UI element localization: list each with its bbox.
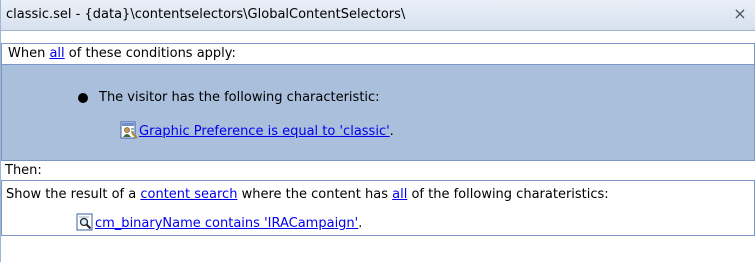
visitor-rule: Graphic Preference is equal to 'classic'…	[120, 115, 394, 139]
search-criterion: cm_binaryName contains 'IRACampaign'.	[76, 207, 362, 231]
title-bar: classic.sel - {data}\contentselectors\Gl…	[1, 0, 755, 31]
action-quantifier-link[interactable]: all	[392, 187, 407, 202]
then-header: Then:	[1, 160, 755, 180]
bullet-icon	[78, 93, 88, 103]
action-panel: Show the result of a content search wher…	[1, 180, 755, 236]
binary-name-criterion-link[interactable]: cm_binaryName contains 'IRACampaign'	[95, 216, 358, 231]
close-icon[interactable]: ×	[731, 5, 749, 23]
rule-period: .	[389, 124, 394, 139]
window-title: classic.sel - {data}\contentselectors\Gl…	[6, 7, 406, 22]
condition-panel: The visitor has the following characteri…	[1, 65, 755, 160]
condition-quantifier-link[interactable]: all	[49, 46, 64, 61]
condition-prefix: When	[8, 46, 50, 61]
magnifier-document-icon[interactable]	[76, 213, 94, 231]
action-sentence: Show the result of a content search wher…	[6, 185, 609, 205]
action-text-3: of the following charateristics:	[407, 187, 609, 202]
condition-suffix: of these conditions apply:	[64, 46, 236, 61]
search-period: .	[358, 216, 363, 231]
action-text-2: where the content has	[237, 187, 393, 202]
characteristic-label: The visitor has the following characteri…	[99, 90, 380, 105]
condition-header: When all of these conditions apply:	[1, 43, 755, 65]
graphic-preference-link[interactable]: Graphic Preference is equal to 'classic'	[139, 124, 390, 139]
rule-editor-window: classic.sel - {data}\contentselectors\Gl…	[0, 0, 755, 262]
action-text-1: Show the result of a	[6, 187, 141, 202]
content-search-link[interactable]: content search	[140, 187, 237, 202]
user-profile-icon[interactable]	[120, 121, 138, 139]
